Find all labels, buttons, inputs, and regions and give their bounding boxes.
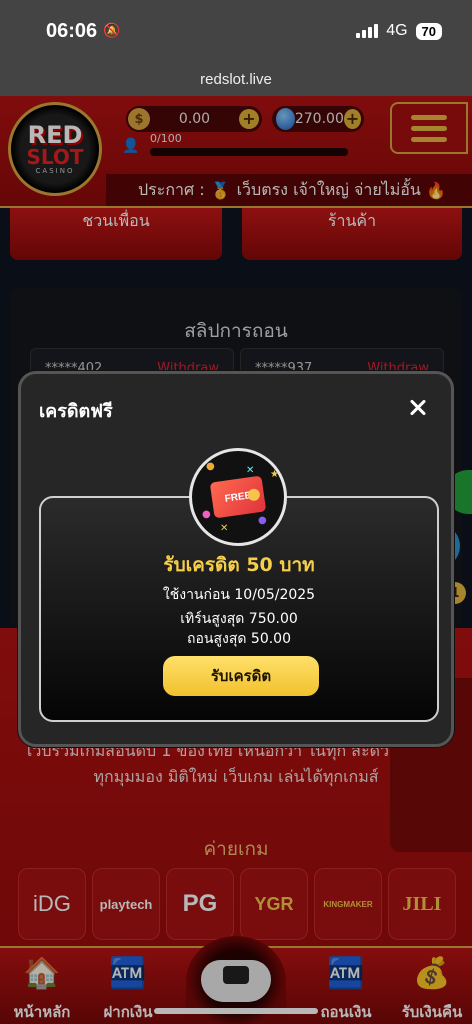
sparkle-icon: ● bbox=[258, 515, 267, 526]
battery-indicator: 70 bbox=[415, 22, 442, 40]
credit-card-icon: FREE bbox=[209, 475, 267, 519]
credit-heading: รับเครดิต 50 บาท bbox=[163, 554, 315, 576]
url-text: redslot.live bbox=[200, 70, 272, 88]
credit-expiry: ใช้งานก่อน 10/05/2025 bbox=[162, 587, 316, 603]
sparkle-icon: ● bbox=[206, 461, 215, 472]
url-bar[interactable]: redslot.live bbox=[0, 62, 472, 96]
free-credit-modal: เครดิตฟรี รับเครดิต 50 บาท ใช้งานก่อน 10… bbox=[18, 371, 454, 747]
free-card-badge: ● ✕ ★ ● ● ✕ FREE bbox=[189, 448, 287, 546]
sparkle-icon: ★ bbox=[270, 469, 279, 480]
modal-title: เครดิตฟรี bbox=[39, 401, 113, 422]
bell-muted-icon: 🔕 bbox=[103, 23, 121, 39]
close-icon[interactable] bbox=[405, 394, 431, 420]
claim-credit-button[interactable]: รับเครดิต bbox=[163, 656, 319, 696]
network-type: 4G bbox=[386, 22, 408, 39]
sparkle-icon: ✕ bbox=[220, 523, 229, 534]
free-label: FREE bbox=[224, 489, 252, 505]
max-withdraw: ถอนสูงสุด 50.00 bbox=[186, 631, 291, 647]
status-time: 06:06 bbox=[46, 19, 98, 42]
signal-icon bbox=[356, 24, 379, 38]
sparkle-icon: ✕ bbox=[246, 465, 255, 476]
max-turnover: เทิร์นสูงสุด 750.00 bbox=[180, 611, 298, 627]
sparkle-icon: ● bbox=[202, 509, 211, 520]
status-bar: 06:06 🔕 4G 70 bbox=[0, 0, 472, 62]
